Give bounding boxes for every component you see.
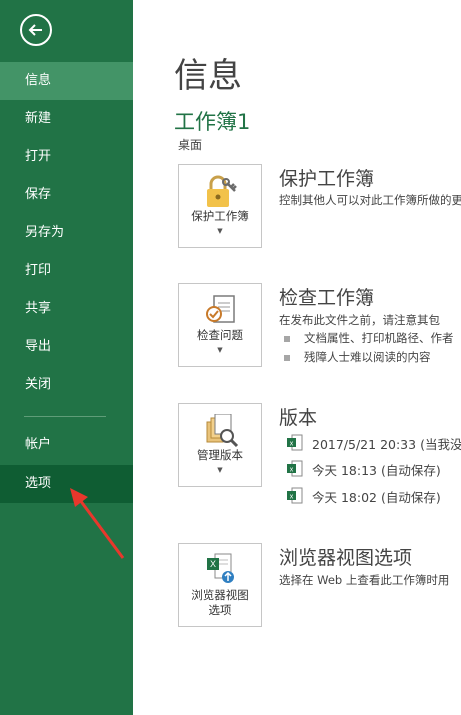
workbook-location: 桌面: [178, 138, 203, 152]
lock-key-icon: [207, 175, 237, 207]
svg-text:x: x: [290, 441, 294, 448]
chevron-down-icon: ▼: [217, 466, 223, 474]
protect-section-description: 控制其他人可以对此工作簿所做的更: [279, 193, 461, 207]
inspect-section-title: 检查工作簿: [279, 287, 375, 309]
version-entry[interactable]: 2017/5/21 20:33 (当我没: [312, 434, 461, 453]
nav-item-save-as[interactable]: 另存为: [0, 214, 133, 252]
nav-item-share[interactable]: 共享: [0, 290, 133, 328]
nav-item-save[interactable]: 保存: [0, 176, 133, 214]
inspect-issues-label: 检查问题: [197, 328, 243, 342]
svg-text:x: x: [290, 467, 294, 474]
inspect-section-description: 在发布此文件之前，请注意其包: [279, 313, 440, 327]
version-entry[interactable]: 今天 18:02 (自动保存): [312, 487, 441, 506]
manage-versions-label: 管理版本: [197, 448, 243, 462]
excel-file-icon: x: [287, 487, 303, 504]
browser-view-icon: X: [207, 553, 234, 583]
manage-versions-button[interactable]: 管理版本 ▼: [178, 403, 262, 487]
nav-divider: [24, 416, 106, 417]
chevron-down-icon: ▼: [217, 346, 223, 354]
annotation-arrow: [70, 488, 125, 559]
svg-text:X: X: [210, 559, 216, 569]
nav-item-new[interactable]: 新建: [0, 100, 133, 138]
nav-item-info[interactable]: 信息: [0, 62, 133, 100]
protect-workbook-label: 保护工作簿: [191, 209, 249, 223]
nav-item-export[interactable]: 导出: [0, 328, 133, 366]
protect-section-title: 保护工作簿: [279, 168, 375, 190]
inspect-issues-button[interactable]: 检查问题 ▼: [178, 283, 262, 367]
nav-item-close[interactable]: 关闭: [0, 366, 133, 404]
back-button[interactable]: [20, 14, 52, 46]
excel-file-icon: x: [287, 460, 303, 477]
bullet-icon: [284, 355, 290, 361]
inspect-bullet-item: 文档属性、打印机路径、作者: [304, 331, 454, 345]
manage-versions-icon: [206, 414, 239, 448]
browser-view-options-button[interactable]: X 浏览器视图 选项: [178, 543, 262, 627]
browser-section-title: 浏览器视图选项: [279, 547, 413, 569]
inspect-document-icon: [206, 295, 235, 323]
protect-workbook-button[interactable]: 保护工作簿 ▼: [178, 164, 262, 248]
browser-view-options-label: 选项: [208, 603, 232, 617]
inspect-bullet-item: 残障人士难以阅读的内容: [304, 350, 431, 364]
nav-item-print[interactable]: 打印: [0, 252, 133, 290]
version-entry[interactable]: 今天 18:13 (自动保存): [312, 460, 441, 479]
svg-text:x: x: [290, 494, 294, 501]
nav-item-account[interactable]: 帐户: [0, 426, 133, 464]
nav-item-open[interactable]: 打开: [0, 138, 133, 176]
chevron-down-icon: ▼: [217, 227, 223, 235]
backstage-sidebar: 信息 新建 打开 保存 另存为 打印 共享 导出 关闭 帐户 选项: [0, 0, 133, 715]
back-arrow-icon: [28, 24, 42, 36]
bullet-icon: [284, 336, 290, 342]
browser-section-description: 选择在 Web 上查看此工作簿时用: [279, 573, 450, 587]
workbook-name: 工作簿1: [174, 110, 251, 134]
versions-section-title: 版本: [279, 407, 318, 429]
page-title: 信息: [174, 56, 242, 96]
browser-view-options-label: 浏览器视图: [191, 588, 249, 602]
excel-file-icon: x: [287, 434, 303, 451]
